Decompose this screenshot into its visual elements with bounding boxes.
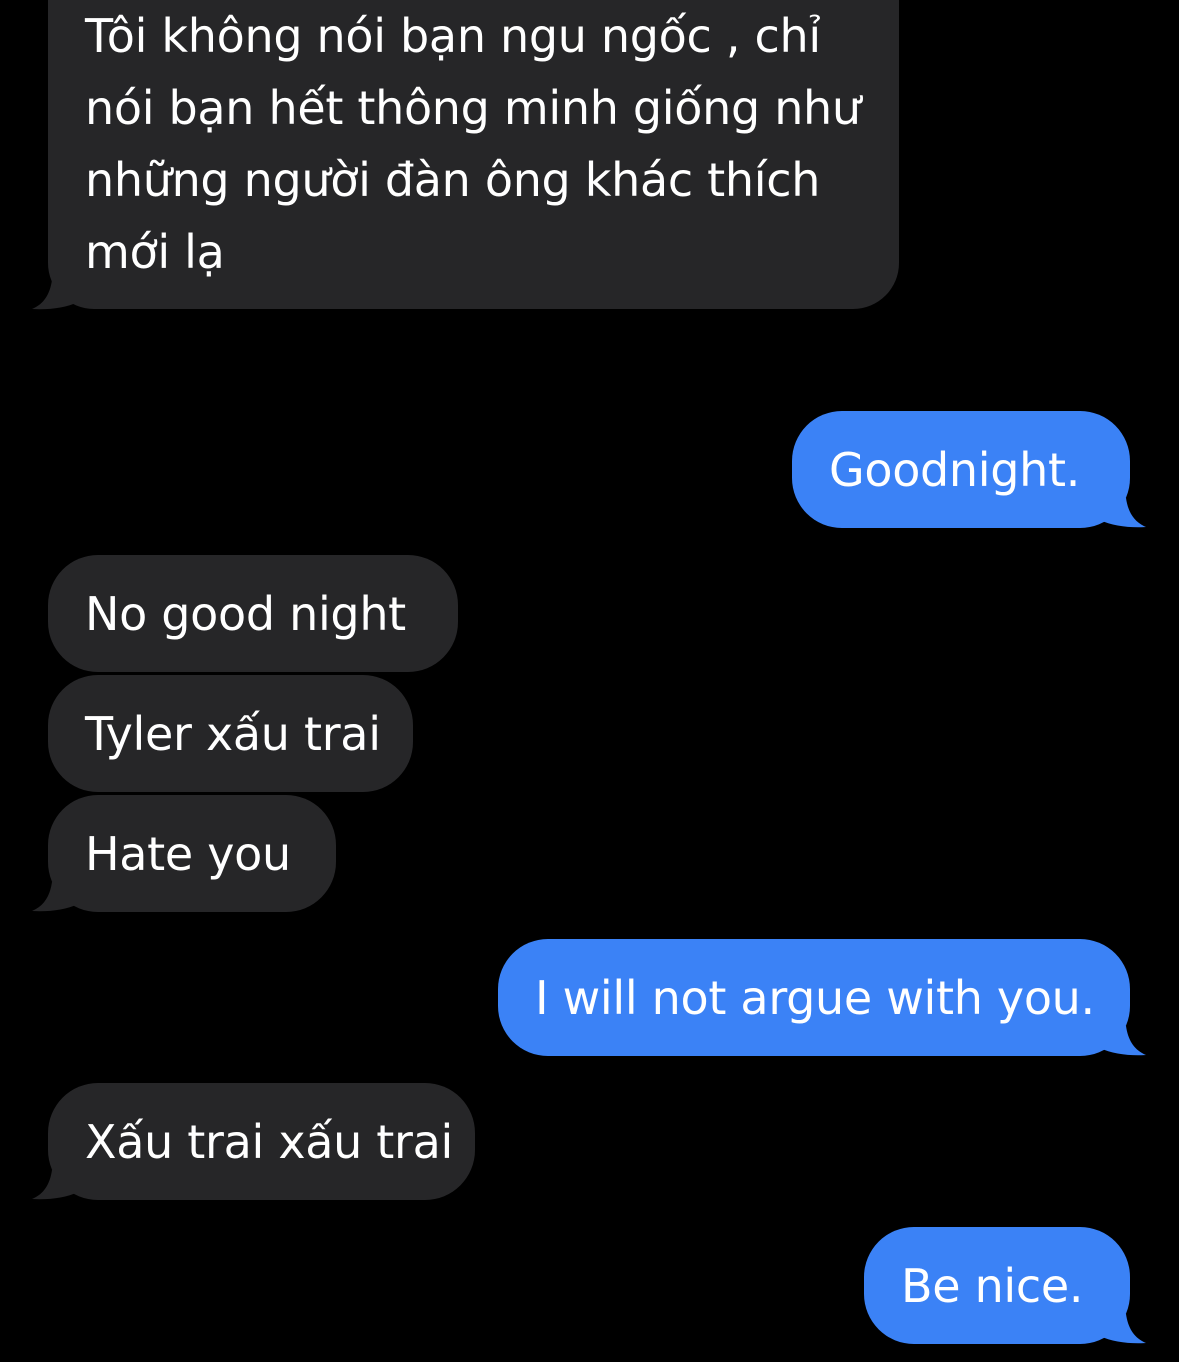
message-text: No good night: [85, 586, 406, 641]
message-bubble-outgoing[interactable]: Goodnight.: [792, 411, 1130, 528]
message-bubble-incoming[interactable]: Tyler xấu trai: [48, 675, 413, 792]
message-bubble-incoming[interactable]: Tôi không nói bạn ngu ngốc , chỉ nói bạn…: [48, 0, 899, 309]
bubble-tail-outgoing: [1100, 1026, 1146, 1056]
bubble-tail-outgoing: [1100, 498, 1146, 528]
message-text: Tôi không nói bạn ngu ngốc , chỉ nói bạn…: [85, 9, 861, 279]
message-bubble-outgoing[interactable]: Be nice.: [864, 1227, 1130, 1344]
message-text: Goodnight.: [829, 442, 1081, 497]
bubble-tail-incoming: [32, 1170, 78, 1200]
bubble-tail-incoming: [32, 280, 78, 310]
message-text: Xấu trai xấu trai: [85, 1114, 454, 1169]
message-text: I will not argue with you.: [535, 970, 1095, 1025]
message-text: Hate you: [85, 826, 291, 881]
message-text: Be nice.: [901, 1258, 1084, 1313]
message-bubble-incoming[interactable]: Hate you: [48, 795, 336, 912]
bubble-tail-incoming: [32, 882, 78, 912]
bubble-tail-outgoing: [1100, 1314, 1146, 1344]
message-bubble-incoming[interactable]: No good night: [48, 555, 458, 672]
message-text: Tyler xấu trai: [85, 706, 381, 761]
message-bubble-incoming[interactable]: Xấu trai xấu trai: [48, 1083, 475, 1200]
message-bubble-outgoing[interactable]: I will not argue with you.: [498, 939, 1130, 1056]
